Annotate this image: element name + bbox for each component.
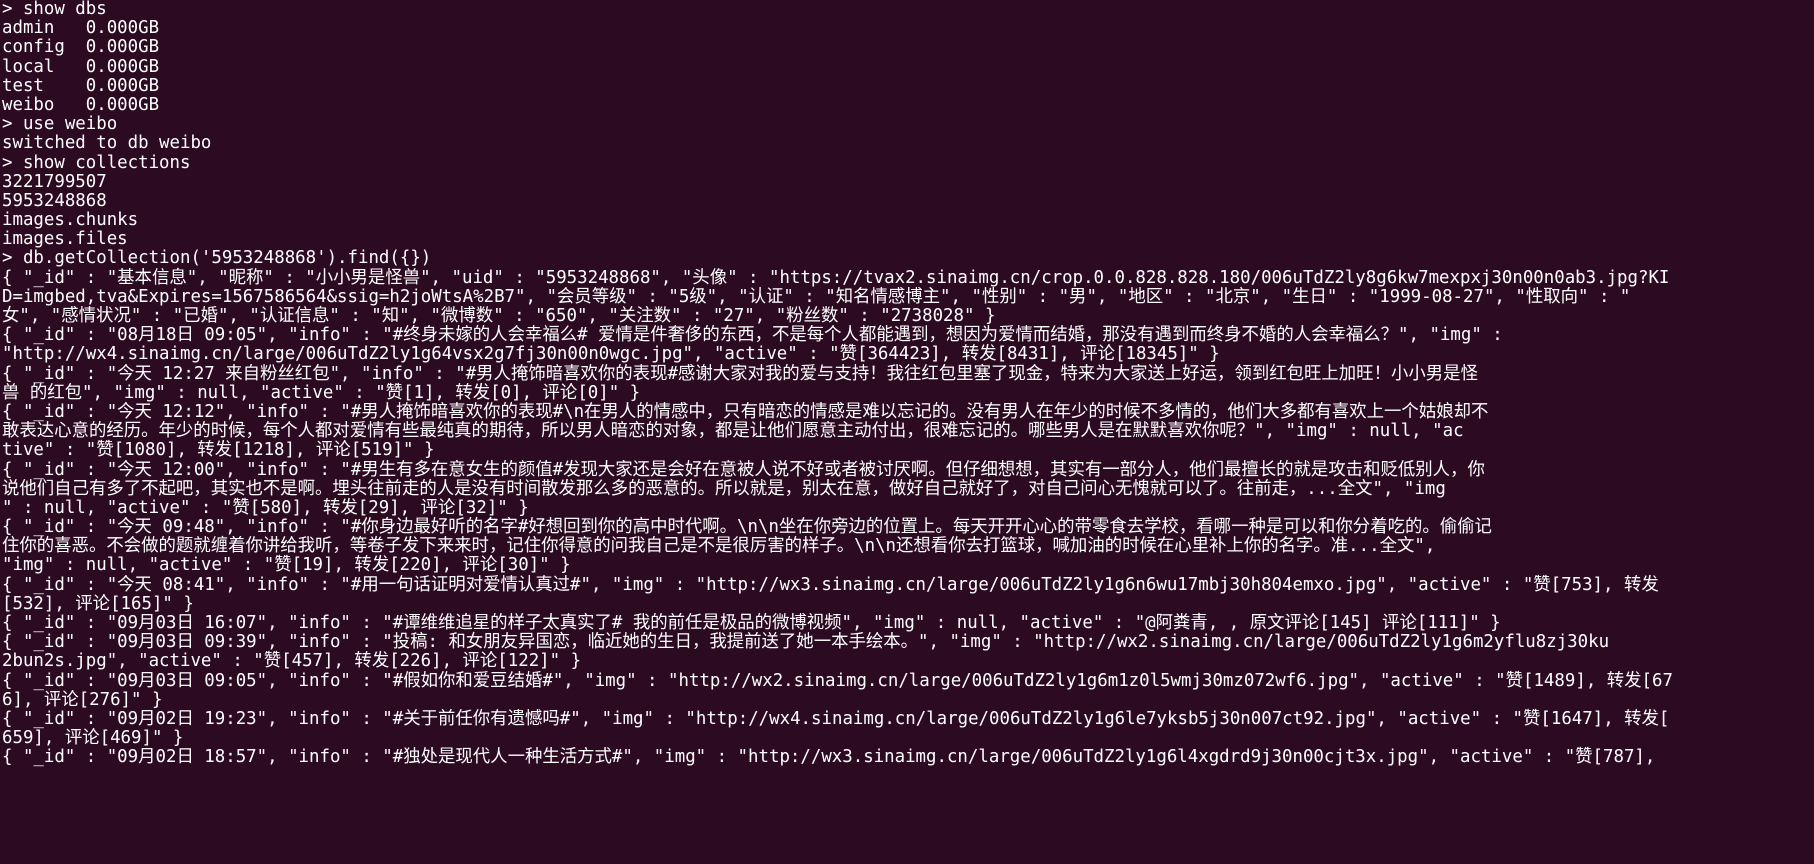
output-line: tive" : "赞[1080], 转发[1218], 评论[519]" }: [2, 440, 435, 461]
output-line: { "_id" : "09月02日 19:23", "info" : "#关于前…: [2, 708, 1670, 729]
output-line: weibo 0.000GB: [2, 94, 160, 115]
output-line: 住你的喜恶。不会做的题就缠着你讲给我听，等卷子发下来来时，记住你得意的问我自己是…: [2, 536, 1436, 557]
output-line: test 0.000GB: [2, 75, 160, 96]
output-line: admin 0.000GB: [2, 18, 160, 39]
output-line: " : null, "active" : "赞[580], 转发[29], 评论…: [2, 497, 529, 518]
output-line: 659], 评论[469]" }: [2, 728, 184, 749]
output-line: "http://wx4.sinaimg.cn/large/006uTdZ2ly1…: [2, 344, 1220, 365]
output-line: 女", "感情状况" : "已婚", "认证信息" : "知", "微博数" :…: [2, 306, 996, 326]
command-line: > db.getCollection('5953248868').find({}…: [2, 248, 432, 269]
command-line: > show dbs: [2, 0, 107, 19]
output-line: 敢表达心意的经历。年少的时候，每个人都对爱情有些最纯真的期待，所以男人暗恋的对象…: [2, 421, 1464, 442]
output-line: { "_id" : "09月03日 09:39", "info" : "投稿: …: [2, 632, 1610, 653]
output-line: images.chunks: [2, 210, 139, 231]
output-line: { "_id" : "今天 09:48", "info" : "#你身边最好听的…: [2, 517, 1492, 538]
terminal-output: > show dbs admin 0.000GB config 0.000GB loc…: [2, 0, 1812, 768]
terminal-window[interactable]: > show dbs admin 0.000GB config 0.000GB loc…: [0, 0, 1814, 864]
output-line: 5953248868: [2, 190, 107, 211]
output-line: 3221799507: [2, 171, 107, 192]
output-line: { "_id" : "今天 12:12", "info" : "#男人掩饰暗喜欢…: [2, 401, 1489, 422]
command-line: > show collections: [2, 152, 191, 173]
output-line: { "_id" : "今天 12:27 来自粉丝红包", "info" : "#…: [2, 363, 1478, 384]
output-line: { "_id" : "基本信息", "昵称" : "小小男是怪兽", "uid"…: [2, 267, 1670, 288]
output-line: 说他们自己有多了不起吧，其实也不是啊。埋头往前走的人是没有时间散发那么多的恶意的…: [2, 478, 1446, 499]
output-line: 兽 的红包", "img" : null, "active" : "赞[1], …: [2, 382, 641, 403]
output-line: D=imgbed,tva&Expires=1567586564&ssig=h2j…: [2, 286, 1631, 307]
output-line: { "_id" : "09月02日 18:57", "info" : "#独处是…: [2, 747, 1656, 768]
output-line: { "_id" : "09月03日 16:07", "info" : "#谭维维…: [2, 613, 1501, 633]
output-line: { "_id" : "今天 08:41", "info" : "#用一句话证明对…: [2, 574, 1659, 595]
output-line: config 0.000GB: [2, 37, 160, 58]
output-line: [532], 评论[165]" }: [2, 593, 194, 614]
output-line: { "_id" : "08月18日 09:05", "info" : "#终身未…: [2, 325, 1503, 346]
output-line: 6], 评论[276]" }: [2, 689, 163, 710]
output-line: switched to db weibo: [2, 133, 212, 154]
output-line: 2bun2s.jpg", "active" : "赞[457], 转发[226]…: [2, 651, 582, 672]
output-line: local 0.000GB: [2, 56, 160, 77]
output-line: images.files: [2, 229, 128, 250]
output-line: { "_id" : "今天 12:00", "info" : "#男生有多在意女…: [2, 459, 1485, 480]
output-line: { "_id" : "09月03日 09:05", "info" : "#假如你…: [2, 670, 1673, 691]
output-line: "img" : null, "active" : "赞[19], 转发[220]…: [2, 555, 571, 576]
command-line: > use weibo: [2, 114, 118, 135]
